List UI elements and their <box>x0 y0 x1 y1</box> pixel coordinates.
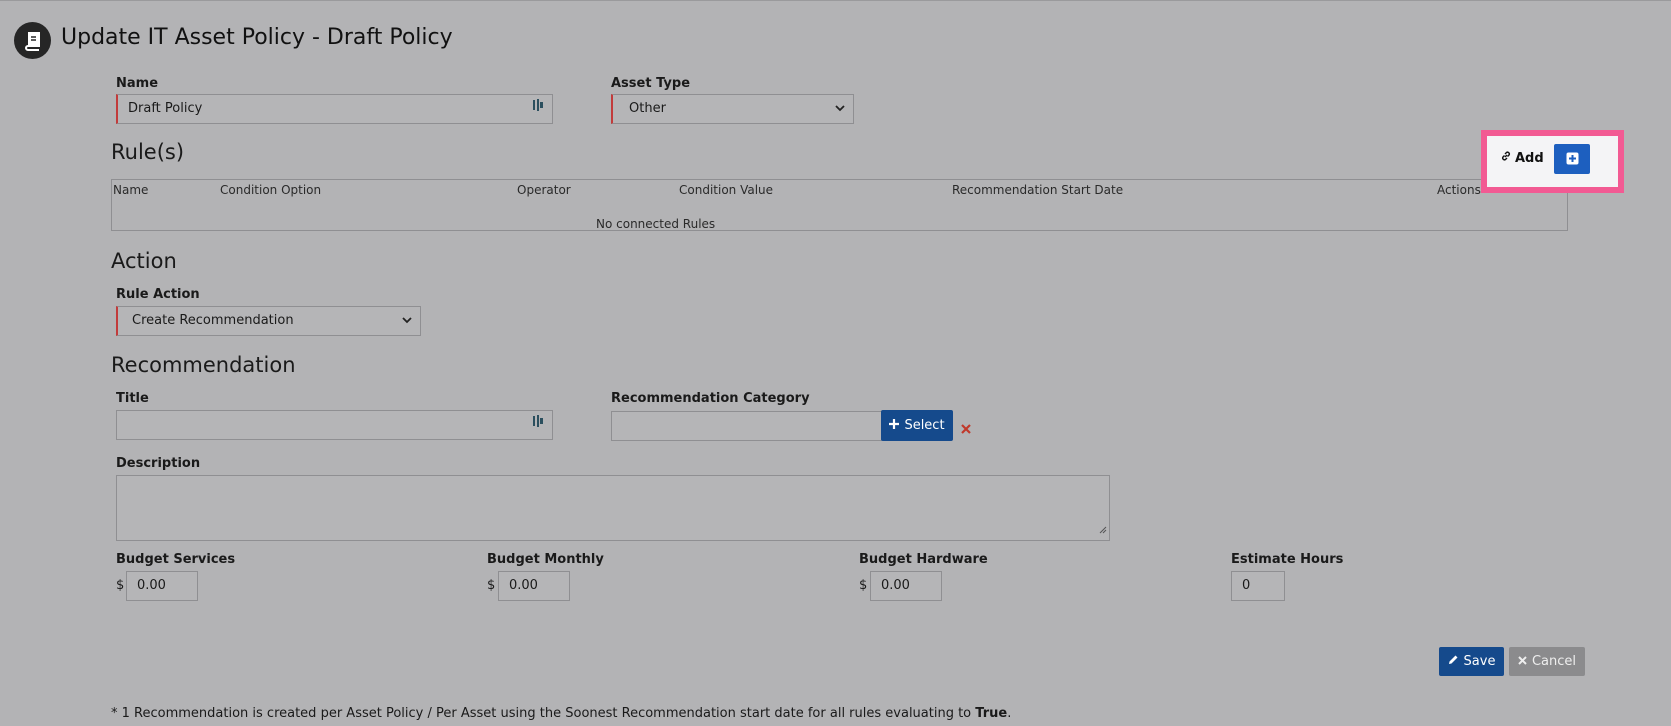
budget-hardware-label: Budget Hardware <box>859 552 988 567</box>
column-header-operator: Operator <box>517 183 571 197</box>
rules-table: Name Condition Option Operator Condition… <box>111 179 1568 231</box>
asset-type-label: Asset Type <box>611 76 691 91</box>
select-category-button[interactable]: Select <box>881 410 953 441</box>
input-tool-icon <box>532 95 544 123</box>
budget-monthly-currency: $ <box>487 578 496 593</box>
plus-icon <box>889 418 900 433</box>
rule-action-label: Rule Action <box>116 287 200 302</box>
column-header-actions: Actions <box>1437 183 1481 197</box>
recommendation-section-title: Recommendation <box>111 353 296 377</box>
title-label: Title <box>116 391 149 406</box>
description-textarea[interactable] <box>116 475 1110 541</box>
input-tool-icon <box>532 411 544 439</box>
select-category-label: Select <box>904 418 945 433</box>
title-input[interactable] <box>116 410 553 440</box>
footnote-bold: True <box>975 706 1008 721</box>
link-icon <box>1500 150 1512 166</box>
estimate-hours-label: Estimate Hours <box>1231 552 1344 567</box>
chevron-down-icon <box>835 95 845 123</box>
budget-services-currency: $ <box>116 578 125 593</box>
budget-monthly-input[interactable]: 0.00 <box>498 571 570 601</box>
estimate-hours-input[interactable]: 0 <box>1231 571 1285 601</box>
description-label: Description <box>116 456 201 471</box>
empty-rules-message: No connected Rules <box>596 217 716 231</box>
asset-type-value: Other <box>629 101 666 116</box>
close-icon <box>1518 654 1527 669</box>
add-rule-panel: Add <box>1481 130 1624 193</box>
cancel-button[interactable]: Cancel <box>1509 647 1585 676</box>
budget-monthly-label: Budget Monthly <box>487 552 604 567</box>
budget-services-label: Budget Services <box>116 552 236 567</box>
footnote-text: * 1 Recommendation is created per Asset … <box>111 706 976 721</box>
recommendation-category-label: Recommendation Category <box>611 391 810 406</box>
column-header-condition-value: Condition Value <box>679 183 774 197</box>
save-button[interactable]: Save <box>1439 647 1504 676</box>
resize-handle-icon[interactable] <box>1099 519 1107 538</box>
budget-monthly-value: 0.00 <box>509 578 538 593</box>
rule-action-value: Create Recommendation <box>132 313 294 328</box>
budget-services-value: 0.00 <box>137 578 166 593</box>
budget-services-input[interactable]: 0.00 <box>126 571 198 601</box>
rule-action-select[interactable]: Create Recommendation <box>116 306 421 336</box>
column-header-condition-option: Condition Option <box>220 183 322 197</box>
name-input-value: Draft Policy <box>128 101 203 116</box>
estimate-hours-value: 0 <box>1242 578 1251 593</box>
budget-hardware-value: 0.00 <box>881 578 910 593</box>
top-divider <box>0 0 1671 1</box>
budget-hardware-currency: $ <box>859 578 868 593</box>
action-section-title: Action <box>111 249 177 273</box>
policy-book-icon <box>14 22 51 59</box>
pencil-icon <box>1448 654 1459 669</box>
footnote: * 1 Recommendation is created per Asset … <box>111 706 1011 721</box>
name-label: Name <box>116 76 159 91</box>
add-rule-button[interactable] <box>1554 144 1590 174</box>
add-rule-label: Add <box>1515 150 1544 166</box>
cancel-label: Cancel <box>1531 654 1577 669</box>
rules-section-title: Rule(s) <box>111 140 185 164</box>
column-header-name: Name <box>113 183 149 197</box>
plus-square-icon <box>1566 150 1579 169</box>
add-rule-link[interactable]: Add <box>1500 150 1544 166</box>
name-input[interactable]: Draft Policy <box>116 94 553 124</box>
save-label: Save <box>1463 654 1496 669</box>
chevron-down-icon <box>402 307 412 335</box>
recommendation-category-input[interactable] <box>611 411 882 441</box>
asset-type-select[interactable]: Other <box>611 94 854 124</box>
footnote-end: . <box>1007 706 1012 721</box>
page-title: Update IT Asset Policy - Draft Policy <box>61 25 453 50</box>
remove-category-icon[interactable] <box>961 419 971 438</box>
column-header-recommendation-start-date: Recommendation Start Date <box>952 183 1124 197</box>
budget-hardware-input[interactable]: 0.00 <box>870 571 942 601</box>
